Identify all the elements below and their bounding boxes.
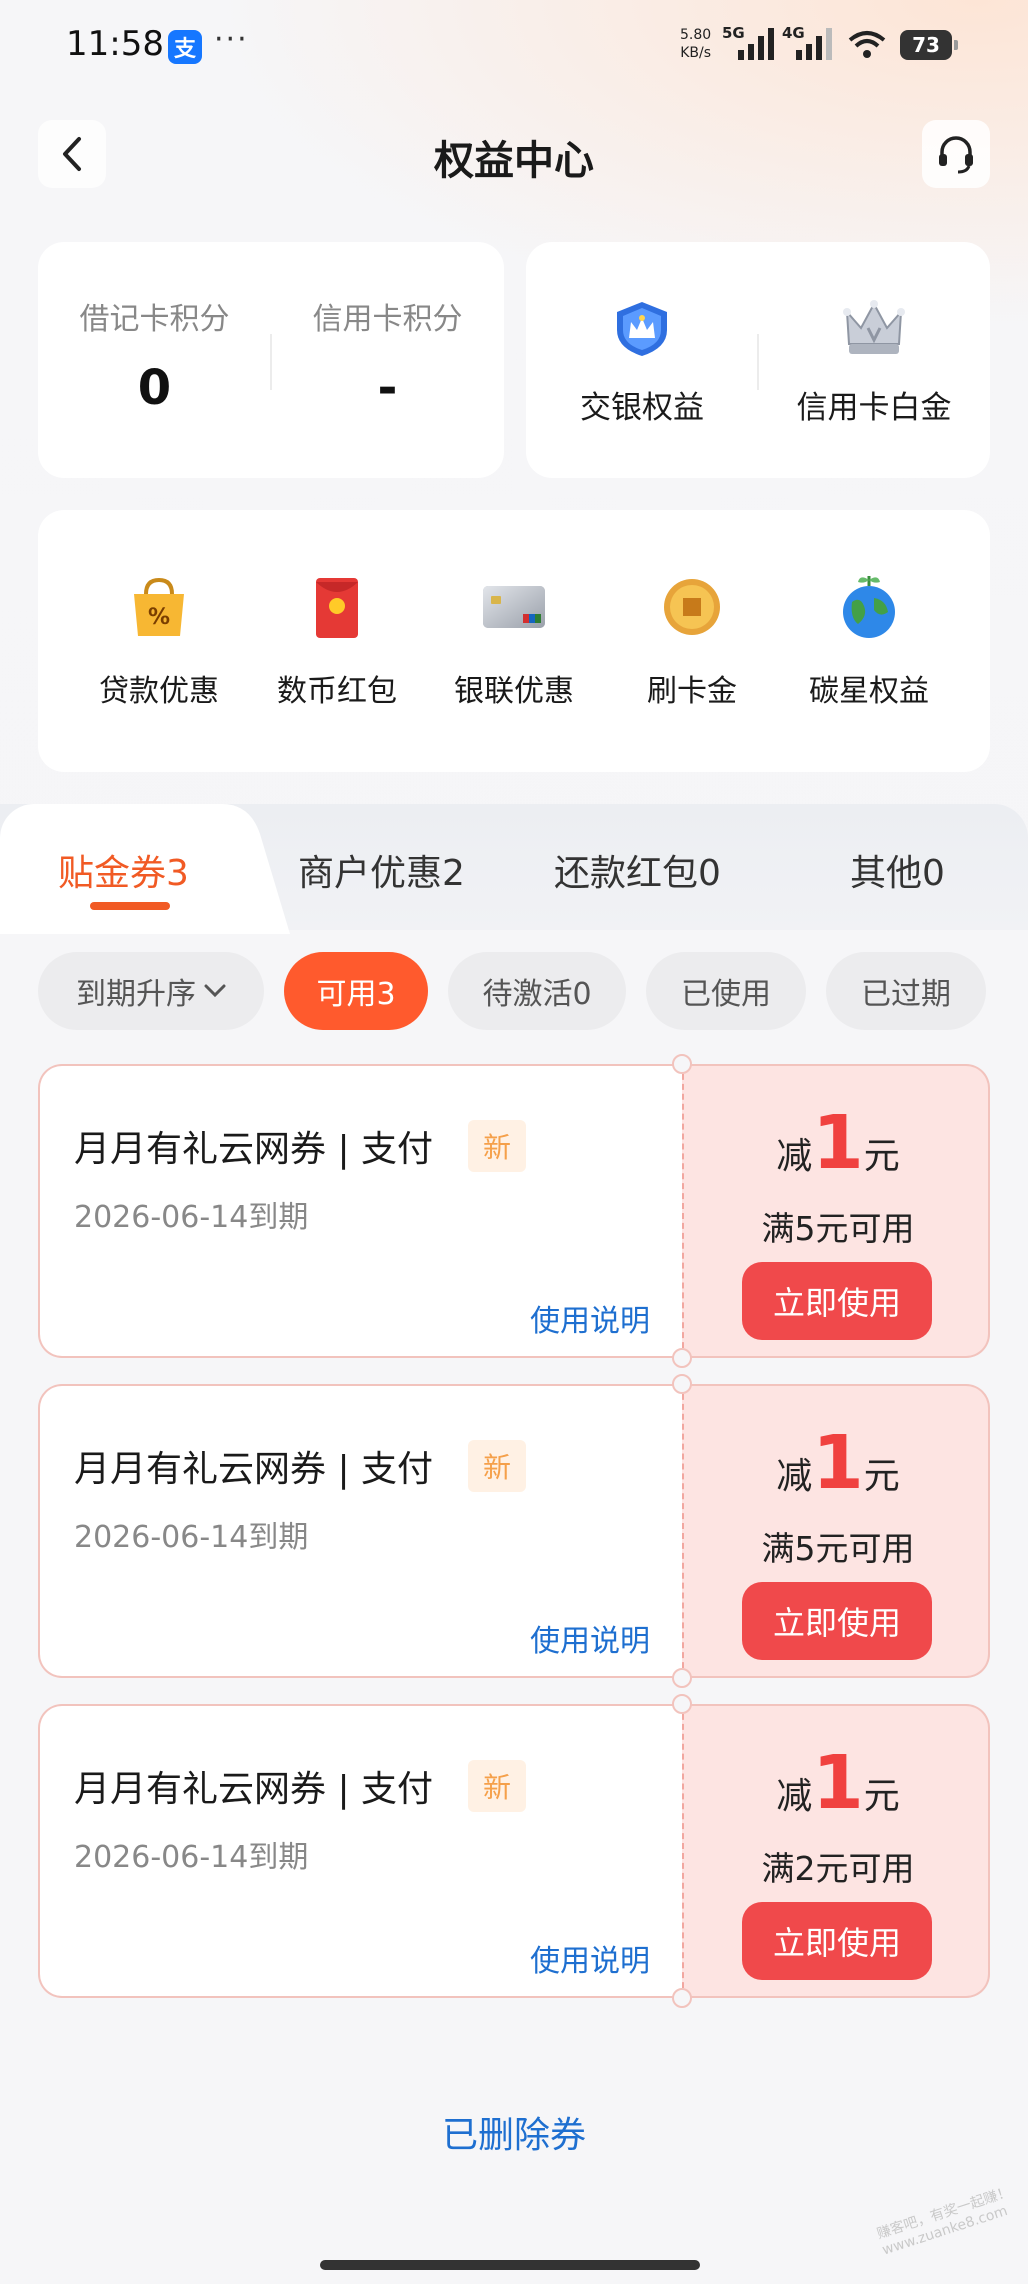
- unionpay-card-icon: [483, 586, 545, 628]
- coupon-card: 月月有礼云网券 | 支付 新 2026-06-14到期 使用说明 减1元 满5元…: [38, 1374, 990, 1688]
- coupon-value-panel: 减1元 满5元可用 立即使用: [682, 1064, 990, 1358]
- use-now-button[interactable]: 立即使用: [742, 1902, 932, 1980]
- bocom-benefits-entry[interactable]: 交银权益: [526, 242, 758, 478]
- points-label: 借记卡积分: [79, 302, 230, 337]
- benefit-label: 信用卡白金: [796, 390, 952, 426]
- coupon-notch: [672, 1694, 692, 1714]
- sort-dropdown[interactable]: 到期升序: [38, 952, 264, 1030]
- deleted-coupons-link[interactable]: 已删除券: [0, 2106, 1028, 2158]
- new-badge: 新: [468, 1120, 526, 1172]
- coupon-title: 月月有礼云网券 | 支付: [74, 1449, 434, 1490]
- alipay-icon: 支: [168, 30, 202, 64]
- tab-repayment-red-envelopes[interactable]: 还款红包0: [554, 844, 721, 896]
- new-badge: 新: [468, 1760, 526, 1812]
- usage-instructions-link[interactable]: 使用说明: [530, 1296, 650, 1340]
- svg-text:%: %: [148, 605, 170, 630]
- more-notifications-icon: ···: [214, 22, 249, 57]
- usage-instructions-link[interactable]: 使用说明: [530, 1936, 650, 1980]
- benefit-card: 交银权益 信用卡白金: [526, 242, 990, 478]
- filter-used[interactable]: 已使用: [646, 952, 806, 1030]
- coupon-title: 月月有礼云网券 | 支付: [74, 1129, 434, 1170]
- coupon-card: 月月有礼云网券 | 支付 新 2026-06-14到期 使用说明 减1元 满2元…: [38, 1694, 990, 2008]
- coupon-amount: 减1元: [776, 1740, 900, 1826]
- credit-card-points[interactable]: 信用卡积分 -: [271, 242, 504, 478]
- shortcut-swipe-card-gold[interactable]: 刷卡金: [603, 510, 781, 772]
- benefit-label: 交银权益: [580, 390, 704, 426]
- use-now-button[interactable]: 立即使用: [742, 1262, 932, 1340]
- coupon-notch: [672, 1988, 692, 2008]
- coupon-notch: [672, 1348, 692, 1368]
- coupon-card: 月月有礼云网券 | 支付 新 2026-06-14到期 使用说明 减1元 满5元…: [38, 1054, 990, 1368]
- coupon-expiry: 2026-06-14到期: [74, 1840, 309, 1875]
- filter-available[interactable]: 可用3: [284, 952, 428, 1030]
- earth-plant-icon: [843, 576, 895, 638]
- use-now-button[interactable]: 立即使用: [742, 1582, 932, 1660]
- battery-icon: 73: [900, 30, 958, 60]
- credit-card-platinum-entry[interactable]: 信用卡白金: [758, 242, 990, 478]
- shortcut-label: 刷卡金: [647, 674, 737, 709]
- coupon-notch: [672, 1668, 692, 1688]
- red-envelope-icon: [316, 578, 358, 638]
- tab-active-underline: [90, 902, 170, 910]
- blue-shield-crown-icon: [617, 302, 667, 356]
- shortcut-label: 银联优惠: [454, 674, 574, 709]
- shortcut-loan-discount[interactable]: % 贷款优惠: [70, 510, 248, 772]
- status-bar: 11:58 支 ··· 5.80 KB/s 5G 4G 73: [0, 0, 1028, 96]
- filter-expired[interactable]: 已过期: [826, 952, 986, 1030]
- status-time: 11:58: [66, 24, 164, 64]
- coupon-expiry: 2026-06-14到期: [74, 1200, 309, 1235]
- tab-others[interactable]: 其他0: [850, 844, 945, 896]
- silver-crown-icon: [843, 300, 905, 354]
- chevron-down-icon: [204, 984, 226, 998]
- network-speed: 5.80 KB/s: [680, 27, 712, 61]
- coupon-info: 月月有礼云网券 | 支付 新 2026-06-14到期 使用说明: [38, 1384, 682, 1678]
- tab-merchant-offers[interactable]: 商户优惠2: [298, 844, 465, 896]
- coupon-info: 月月有礼云网券 | 支付 新 2026-06-14到期 使用说明: [38, 1704, 682, 1998]
- coupon-condition: 满5元可用: [761, 1209, 915, 1248]
- coupon-title: 月月有礼云网券 | 支付: [74, 1769, 434, 1810]
- shortcut-label: 数币红包: [277, 674, 397, 709]
- coupon-condition: 满5元可用: [761, 1529, 915, 1568]
- page-title: 权益中心: [434, 138, 594, 184]
- coupon-amount: 减1元: [776, 1100, 900, 1186]
- shortcut-label: 碳星权益: [809, 674, 929, 709]
- coupon-notch: [672, 1374, 692, 1394]
- sort-label: 到期升序: [76, 977, 196, 1012]
- signal-strength-icon: [738, 28, 774, 60]
- customer-service-button[interactable]: [922, 120, 990, 188]
- debit-card-points[interactable]: 借记卡积分 0: [38, 242, 271, 478]
- shortcut-carbon-star-benefits[interactable]: 碳星权益: [780, 510, 958, 772]
- points-value: 0: [137, 360, 172, 416]
- shortcut-digital-red-envelope[interactable]: 数币红包: [248, 510, 426, 772]
- wifi-icon: [848, 31, 886, 58]
- coupon-value-panel: 减1元 满5元可用 立即使用: [682, 1384, 990, 1678]
- coupon-expiry: 2026-06-14到期: [74, 1520, 309, 1555]
- coupon-condition: 满2元可用: [761, 1849, 915, 1888]
- usage-instructions-link[interactable]: 使用说明: [530, 1616, 650, 1660]
- tab-subsidy-coupons[interactable]: 贴金券3: [58, 844, 189, 896]
- signal-strength-icon: [796, 28, 832, 60]
- headset-icon: [939, 136, 973, 174]
- shortcut-label: 贷款优惠: [99, 674, 219, 709]
- points-label: 信用卡积分: [312, 302, 463, 337]
- shortcut-unionpay-discount[interactable]: 银联优惠: [425, 510, 603, 772]
- points-card: 借记卡积分 0 信用卡积分 -: [38, 242, 504, 478]
- shortcut-grid: % 贷款优惠 数币红包 银联优惠 刷卡金 碳星权益: [38, 510, 990, 772]
- new-badge: 新: [468, 1440, 526, 1492]
- gold-coin-icon: [664, 579, 720, 635]
- coupon-amount: 减1元: [776, 1420, 900, 1506]
- home-indicator[interactable]: [320, 2260, 700, 2270]
- shopping-bag-percent-icon: %: [134, 577, 184, 636]
- coupon-info: 月月有礼云网券 | 支付 新 2026-06-14到期 使用说明: [38, 1064, 682, 1358]
- points-value: -: [377, 360, 398, 416]
- coupon-value-panel: 减1元 满2元可用 立即使用: [682, 1704, 990, 1998]
- filter-pending-activation[interactable]: 待激活0: [448, 952, 626, 1030]
- coupon-notch: [672, 1054, 692, 1074]
